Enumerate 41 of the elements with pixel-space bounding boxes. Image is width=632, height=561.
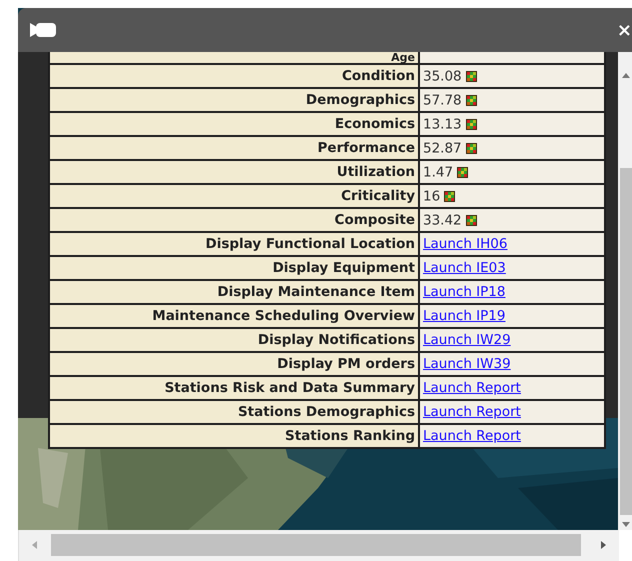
field-label: Display Functional Location bbox=[49, 232, 419, 256]
field-label: Age bbox=[49, 52, 419, 64]
score-indicator-icon bbox=[444, 190, 456, 202]
score-value: 33.42 bbox=[423, 212, 462, 228]
field-label: Display Maintenance Item bbox=[49, 280, 419, 304]
field-label: Display Notifications bbox=[49, 328, 419, 352]
up-arrow-icon[interactable] bbox=[622, 72, 630, 80]
field-label: Stations Risk and Data Summary bbox=[49, 376, 419, 400]
field-label: Utilization bbox=[49, 160, 419, 184]
scrollbar-thumb[interactable] bbox=[620, 168, 632, 515]
field-label: Maintenance Scheduling Overview bbox=[49, 304, 419, 328]
score-value: 35.08 bbox=[423, 68, 462, 84]
score-value: 52.87 bbox=[423, 140, 462, 156]
field-label: Composite bbox=[49, 208, 419, 232]
field-label: Performance bbox=[49, 136, 419, 160]
video-camera-icon bbox=[30, 22, 56, 38]
score-value: 13.13 bbox=[423, 116, 462, 132]
scrollbar-thumb[interactable] bbox=[51, 534, 581, 556]
field-label: Economics bbox=[49, 112, 419, 136]
score-value: 1.47 bbox=[423, 164, 454, 180]
field-label: Condition bbox=[49, 64, 419, 88]
horizontal-scrollbar[interactable] bbox=[18, 530, 619, 561]
close-button[interactable]: × bbox=[612, 20, 632, 40]
score-value: 57.78 bbox=[423, 92, 462, 108]
down-arrow-icon[interactable] bbox=[622, 520, 630, 528]
score-indicator-icon bbox=[457, 166, 468, 178]
vertical-scrollbar[interactable] bbox=[618, 52, 632, 530]
score-indicator-icon bbox=[466, 214, 477, 226]
field-label: Display Equipment bbox=[49, 256, 419, 280]
left-arrow-icon[interactable] bbox=[31, 541, 39, 549]
score-indicator-icon bbox=[466, 142, 477, 154]
score-value: 16 bbox=[423, 188, 440, 204]
field-label: Stations Ranking bbox=[49, 424, 419, 448]
field-label: Demographics bbox=[49, 88, 419, 112]
score-indicator-icon bbox=[466, 70, 477, 82]
right-arrow-icon[interactable] bbox=[599, 541, 607, 549]
field-label: Display PM orders bbox=[49, 352, 419, 376]
field-label: Stations Demographics bbox=[49, 400, 419, 424]
field-label: Criticality bbox=[49, 184, 419, 208]
score-indicator-icon bbox=[466, 118, 477, 130]
score-indicator-icon bbox=[466, 94, 477, 106]
